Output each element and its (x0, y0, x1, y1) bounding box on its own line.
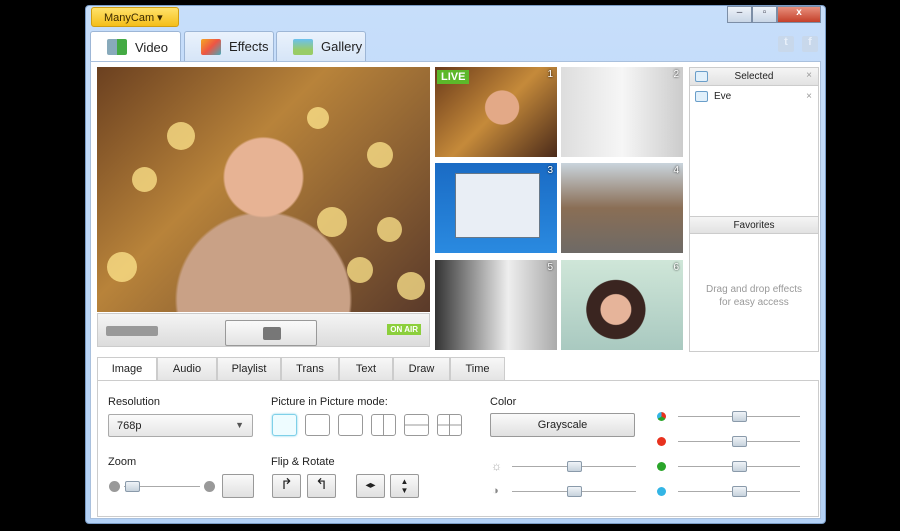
resolution-label: Resolution (108, 396, 160, 408)
tab-draw[interactable]: Draw (393, 357, 450, 380)
grayscale-button[interactable]: Grayscale (490, 413, 635, 437)
pip-mode-small[interactable] (305, 414, 330, 436)
live-badge: LIVE (437, 70, 470, 84)
camera-icon (263, 327, 281, 340)
camera-mode-toggle[interactable] (106, 326, 158, 336)
tab-trans[interactable]: Trans (281, 357, 339, 380)
rotate-left-button[interactable]: ↰ (307, 474, 336, 498)
pip-mode-off[interactable] (272, 414, 297, 436)
rotate-right-button[interactable]: ↱ (272, 474, 301, 498)
selected-effect-item[interactable]: Eve × (690, 86, 818, 108)
eye-icon[interactable] (695, 91, 708, 102)
selected-header: Selected × (690, 68, 818, 86)
flip-rotate-label: Flip & Rotate (271, 456, 335, 468)
red-slider-handle[interactable] (732, 436, 747, 447)
pip-mode-split-horizontal[interactable] (404, 414, 429, 436)
green-icon (657, 462, 666, 471)
facebook-icon[interactable]: f (802, 36, 818, 52)
blue-slider[interactable] (678, 486, 800, 497)
video-icon (107, 39, 127, 55)
close-icon[interactable]: × (806, 70, 812, 81)
red-icon (657, 437, 666, 446)
blue-slider-handle[interactable] (732, 486, 747, 497)
saturation-slider-handle[interactable] (732, 411, 747, 422)
tab-text[interactable]: Text (339, 357, 393, 380)
effects-icon (201, 38, 221, 55)
resolution-select[interactable]: 768p ▼ (108, 414, 253, 437)
tab-audio[interactable]: Audio (157, 357, 217, 380)
green-slider[interactable] (678, 461, 800, 472)
tab-effects[interactable]: Effects (184, 31, 274, 61)
on-air-indicator: ON AIR (387, 324, 421, 335)
minimize-button[interactable]: – (727, 6, 752, 23)
video-source-thumbnail[interactable]: 6 (561, 260, 683, 350)
brightness-icon: ☼ (491, 459, 502, 473)
zoom-label: Zoom (108, 456, 137, 468)
saturation-icon (657, 412, 666, 421)
color-label: Color (490, 396, 517, 408)
tab-playlist[interactable]: Playlist (217, 357, 281, 380)
flip-vertical-button[interactable]: ▲ ▼ (390, 474, 419, 498)
video-source-thumbnail[interactable]: 3 (435, 163, 557, 253)
contrast-icon: ◑ (492, 485, 499, 497)
zoom-slider[interactable] (124, 481, 200, 492)
maximize-button[interactable]: ▫ (752, 6, 777, 23)
pip-mode-double[interactable] (338, 414, 363, 436)
chevron-down-icon: ▼ (235, 420, 244, 430)
red-slider[interactable] (678, 436, 800, 447)
zoom-slider-handle[interactable] (124, 481, 140, 492)
zoom-in-icon[interactable] (204, 481, 215, 492)
brightness-slider-handle[interactable] (567, 461, 582, 472)
tab-gallery[interactable]: Gallery (276, 31, 366, 61)
green-slider-handle[interactable] (732, 461, 747, 472)
main-video-preview (97, 67, 430, 312)
tab-video[interactable]: Video (90, 31, 181, 62)
video-source-thumbnail[interactable]: 5 (435, 260, 557, 350)
preview-controls: ON AIR (97, 313, 430, 347)
saturation-slider[interactable] (678, 411, 800, 422)
image-settings-panel: Resolution 768p ▼ Picture in Picture mode… (97, 380, 819, 517)
manycam-menu-button[interactable]: ManyCam ▾ (91, 7, 179, 27)
zoom-out-icon[interactable] (109, 481, 120, 492)
favorites-header: Favorites (690, 216, 818, 234)
tab-image[interactable]: Image (97, 357, 157, 381)
video-source-thumbnail[interactable]: 4 (561, 163, 683, 253)
blue-icon (657, 487, 666, 496)
settings-tabs: Image Audio Playlist Trans Text Draw Tim… (97, 357, 505, 381)
effects-side-panel: Selected × Eve × Favorites Drag and drop e… (689, 67, 819, 352)
close-button[interactable]: x (777, 6, 821, 23)
video-source-thumbnail[interactable]: 2 (561, 67, 683, 157)
manycam-window: ManyCam ▾ – ▫ x Video Effects Gallery t … (85, 5, 826, 524)
pip-mode-label: Picture in Picture mode: (271, 396, 388, 408)
gallery-icon (293, 38, 313, 55)
flip-horizontal-button[interactable]: ◂▸ (356, 474, 385, 498)
eye-icon[interactable] (695, 71, 708, 82)
contrast-slider-handle[interactable] (567, 486, 582, 497)
zoom-fit-button[interactable] (222, 474, 254, 498)
remove-icon[interactable]: × (806, 91, 812, 102)
pip-mode-split-vertical[interactable] (371, 414, 396, 436)
tab-time[interactable]: Time (450, 357, 505, 380)
pip-mode-quad[interactable] (437, 414, 462, 436)
twitter-icon[interactable]: t (778, 36, 794, 52)
contrast-slider[interactable] (512, 486, 636, 497)
favorites-hint: Drag and drop effects for easy access (706, 284, 802, 308)
snapshot-button[interactable] (225, 320, 317, 346)
brightness-slider[interactable] (512, 461, 636, 472)
video-source-thumbnail[interactable]: LIVE 1 (435, 67, 557, 157)
